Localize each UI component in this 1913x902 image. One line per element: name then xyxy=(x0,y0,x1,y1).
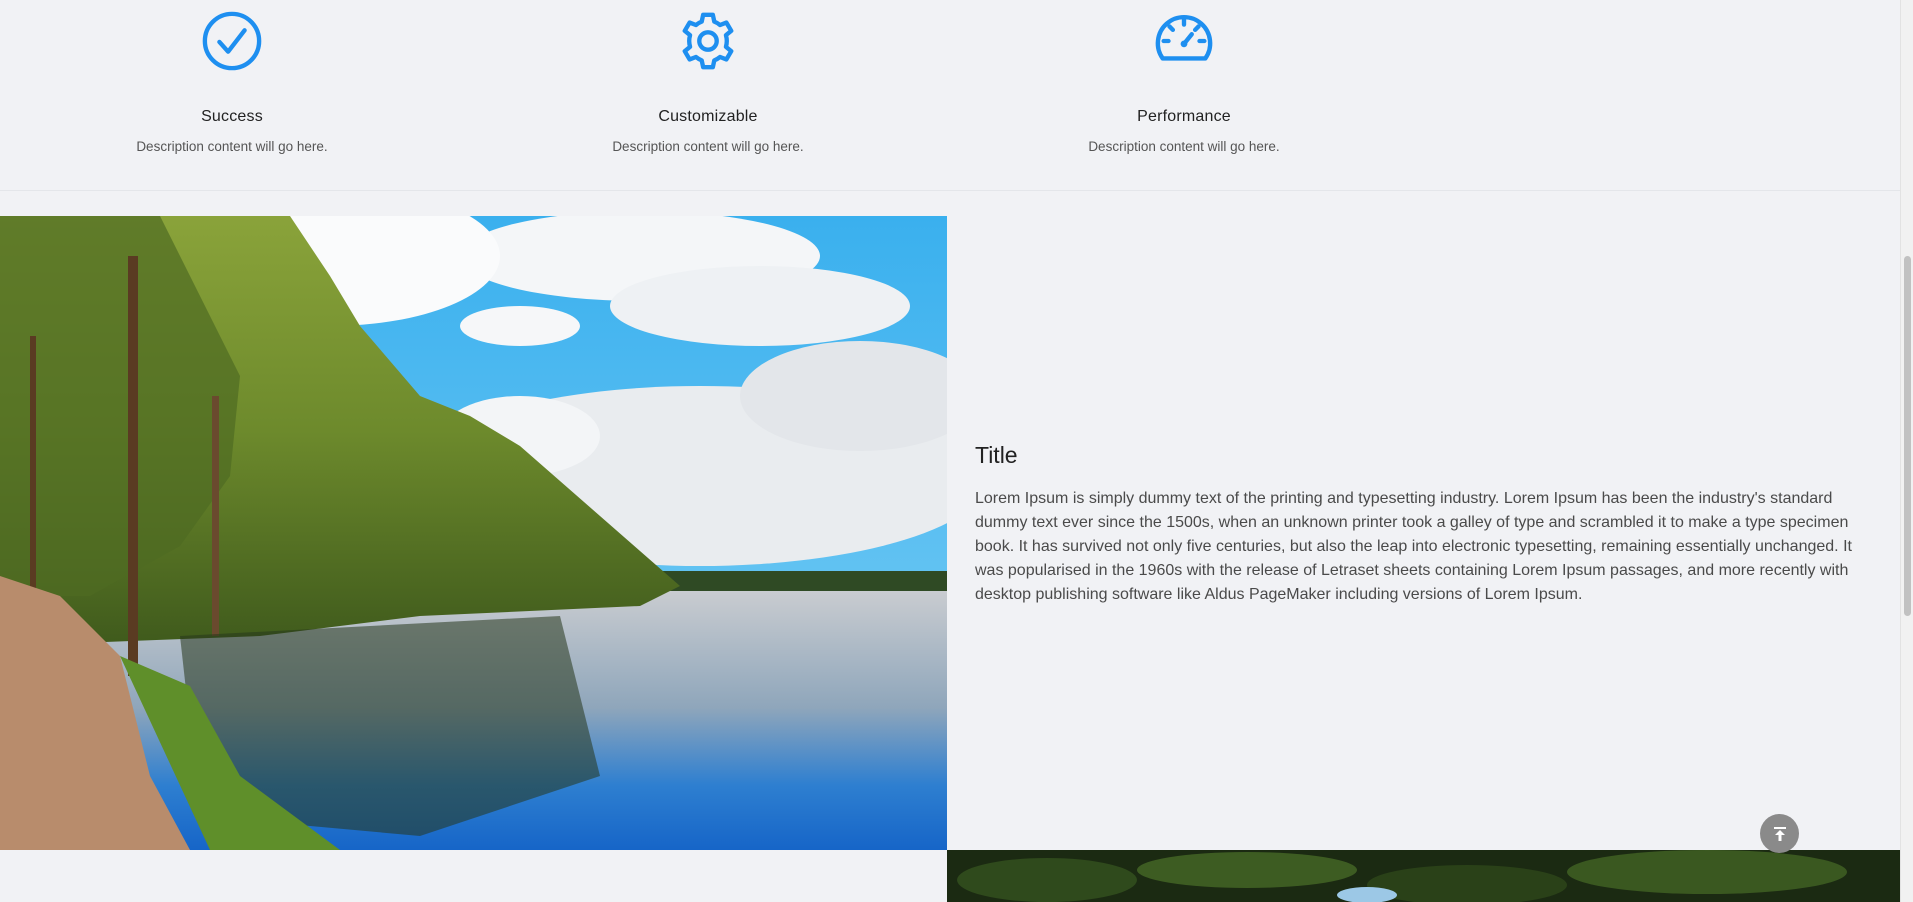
vertical-scrollbar[interactable] xyxy=(1900,0,1913,902)
content-block: Title Lorem Ipsum is simply dummy text o… xyxy=(975,442,1865,607)
speedometer-icon xyxy=(1155,15,1213,61)
lake-forest-photo xyxy=(0,216,947,850)
feature-title: Customizable xyxy=(658,108,758,125)
feature-title: Performance xyxy=(1137,108,1231,125)
feature-title: Success xyxy=(201,108,263,125)
features-section: Success Description content will go here… xyxy=(0,0,1900,191)
gear-icon xyxy=(682,12,734,70)
feature-success: Success Description content will go here… xyxy=(82,0,382,154)
section-title: Title xyxy=(975,442,1018,468)
section-body: Lorem Ipsum is simply dummy text of the … xyxy=(975,490,1852,603)
feature-performance: Performance Description content will go … xyxy=(1034,0,1334,154)
feature-description: Description content will go here. xyxy=(136,139,328,154)
check-circle-icon xyxy=(202,11,262,71)
feature-description: Description content will go here. xyxy=(612,139,804,154)
scrollbar-thumb[interactable] xyxy=(1904,256,1911,616)
back-to-top-button[interactable] xyxy=(1760,814,1799,853)
feature-description: Description content will go here. xyxy=(1088,139,1280,154)
feature-customizable: Customizable Description content will go… xyxy=(558,0,858,154)
page: Success Description content will go here… xyxy=(0,0,1900,902)
arrow-up-to-top-icon xyxy=(1773,826,1786,841)
foliage-photo xyxy=(947,850,1900,902)
